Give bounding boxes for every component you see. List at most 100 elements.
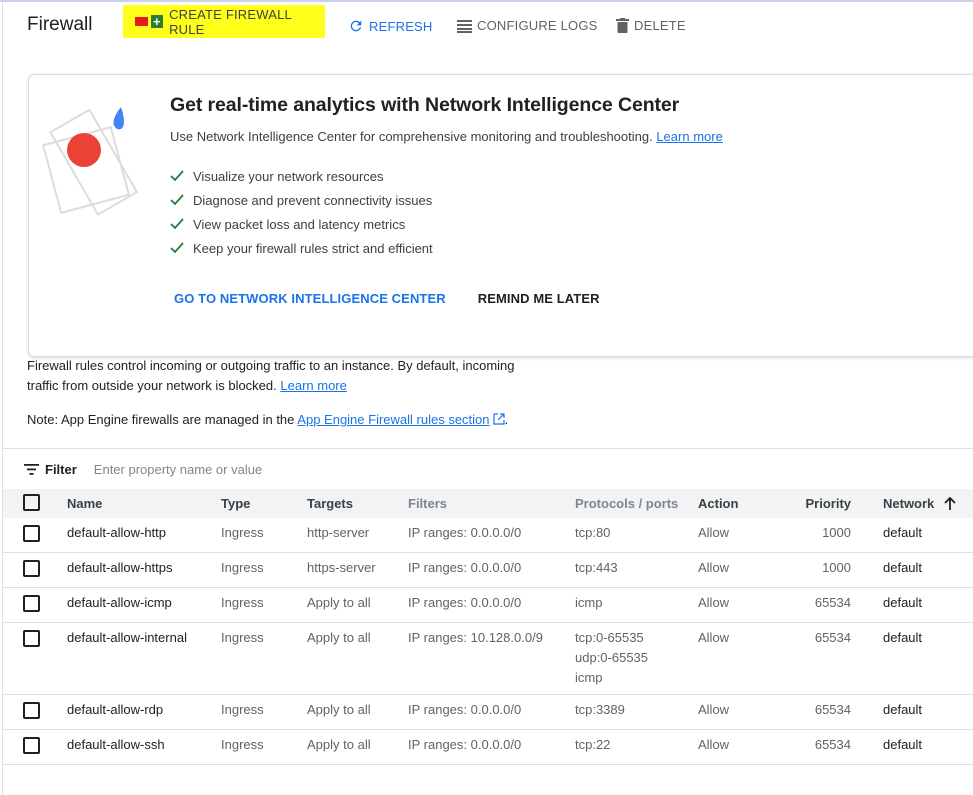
- row-select-cell: [3, 730, 67, 765]
- delete-button[interactable]: DELETE: [616, 18, 686, 33]
- info-learn-more-link[interactable]: Learn more: [280, 378, 346, 393]
- rule-priority: 1000: [822, 560, 851, 575]
- table-row[interactable]: default-allow-https Ingress https-server IP…: [3, 553, 973, 588]
- row-checkbox[interactable]: [23, 560, 40, 577]
- rule-type: Ingress: [221, 595, 264, 610]
- rule-name[interactable]: default-allow-internal: [67, 623, 221, 695]
- filter-icon: [24, 463, 39, 475]
- table-row[interactable]: default-allow-http Ingress http-server IP r…: [3, 518, 973, 553]
- rule-network[interactable]: default: [883, 730, 973, 765]
- rule-type: Ingress: [221, 525, 264, 540]
- rule-protocols: tcp:0-65535 udp:0-65535 icmp: [575, 623, 698, 695]
- arrow-up-icon: [944, 496, 956, 510]
- select-all-checkbox[interactable]: [23, 493, 40, 511]
- rule-network[interactable]: default: [883, 695, 973, 730]
- network-illustration: [41, 107, 139, 216]
- promo-feature-item: Visualize your network resources: [170, 164, 433, 188]
- promo-actions: GO TO NETWORK INTELLIGENCE CENTER REMIND…: [174, 291, 600, 306]
- app-engine-firewall-link[interactable]: App Engine Firewall rules section: [297, 412, 505, 427]
- filter-label: Filter: [45, 461, 77, 477]
- rule-name[interactable]: default-allow-ssh: [67, 730, 221, 765]
- rule-targets: Apply to all: [307, 630, 371, 645]
- rule-network[interactable]: default: [883, 623, 973, 695]
- promo-title: Get real-time analytics with Network Int…: [170, 94, 680, 116]
- app-engine-note: Note: App Engine firewalls are managed i…: [27, 412, 508, 427]
- rule-protocols: icmp: [575, 588, 698, 623]
- check-icon: [170, 170, 186, 182]
- rule-priority: 65534: [814, 737, 851, 752]
- rule-type: Ingress: [221, 737, 264, 752]
- table-row[interactable]: default-allow-icmp Ingress Apply to all IP …: [3, 588, 973, 623]
- rule-priority: 65534: [814, 595, 851, 610]
- rule-filters: IP ranges: 0.0.0.0/0: [408, 595, 522, 610]
- column-header-type[interactable]: Type: [221, 489, 307, 518]
- row-checkbox[interactable]: [23, 595, 40, 612]
- rule-network[interactable]: default: [883, 588, 973, 623]
- rule-type: Ingress: [221, 630, 264, 645]
- table-row[interactable]: default-allow-internal Ingress Apply to al…: [3, 623, 973, 695]
- rule-type: Ingress: [221, 560, 264, 575]
- promo-feature-item: View packet loss and latency metrics: [170, 212, 433, 236]
- rule-action: Allow: [698, 630, 730, 645]
- list-icon: [457, 19, 472, 33]
- row-checkbox[interactable]: [23, 525, 40, 542]
- row-checkbox[interactable]: [23, 737, 40, 754]
- promo-description-text: Use Network Intelligence Center for comp…: [170, 129, 653, 144]
- configure-logs-button[interactable]: CONFIGURE LOGS: [457, 18, 598, 33]
- rule-name[interactable]: default-allow-https: [67, 553, 221, 588]
- rule-protocols: tcp:3389: [575, 695, 698, 730]
- filter-bar: Filter: [3, 448, 973, 489]
- rule-protocol: tcp:22: [575, 737, 611, 752]
- promo-learn-more-link[interactable]: Learn more: [656, 129, 722, 144]
- rule-targets: Apply to all: [307, 595, 371, 610]
- rule-protocol: tcp:443: [575, 560, 618, 575]
- go-to-network-intelligence-button[interactable]: GO TO NETWORK INTELLIGENCE CENTER: [174, 291, 446, 306]
- firewall-rules-table: Name Type Targets Filters Protocols / po…: [3, 489, 973, 765]
- create-firewall-rule-label: CREATE FIREWALL RULE: [169, 6, 292, 37]
- rule-network[interactable]: default: [883, 553, 973, 588]
- column-header-priority[interactable]: Priority: [783, 489, 883, 518]
- row-checkbox[interactable]: [23, 630, 40, 647]
- rule-protocols: tcp:22: [575, 730, 698, 765]
- rule-name[interactable]: default-allow-icmp: [67, 588, 221, 623]
- promo-description: Use Network Intelligence Center for comp…: [170, 129, 723, 144]
- row-select-cell: [3, 623, 67, 695]
- rule-action: Allow: [698, 560, 730, 575]
- rule-priority: 65534: [814, 702, 851, 717]
- create-firewall-rule-button[interactable]: + CREATE FIREWALL RULE: [123, 5, 325, 38]
- rule-protocols: tcp:443: [575, 553, 698, 588]
- page-title: Firewall: [27, 14, 93, 35]
- rule-name[interactable]: default-allow-http: [67, 518, 221, 553]
- select-all-cell: [3, 489, 67, 518]
- rule-filters: IP ranges: 0.0.0.0/0: [408, 702, 522, 717]
- refresh-button[interactable]: REFRESH: [348, 18, 433, 34]
- column-header-network-label: Network: [883, 496, 935, 511]
- promo-feature-item: Diagnose and prevent connectivity issues: [170, 188, 433, 212]
- column-header-targets[interactable]: Targets: [307, 489, 408, 518]
- configure-logs-label: CONFIGURE LOGS: [477, 18, 598, 33]
- firewall-info-body: Firewall rules control incoming or outgo…: [27, 358, 515, 393]
- table-row[interactable]: default-allow-ssh Ingress Apply to all IP r…: [3, 730, 973, 765]
- rule-priority: 1000: [822, 525, 851, 540]
- row-checkbox[interactable]: [23, 702, 40, 719]
- row-select-cell: [3, 588, 67, 623]
- rule-targets: https-server: [307, 560, 376, 575]
- promo-feature-text: Diagnose and prevent connectivity issues: [193, 192, 433, 208]
- row-select-cell: [3, 518, 67, 553]
- rule-protocol: icmp: [575, 595, 603, 610]
- column-header-network[interactable]: Network: [883, 489, 973, 518]
- column-header-filters[interactable]: Filters: [408, 489, 575, 518]
- remind-me-later-button[interactable]: REMIND ME LATER: [478, 291, 600, 306]
- network-intelligence-promo-card: Get real-time analytics with Network Int…: [28, 74, 973, 357]
- trash-icon: [616, 18, 629, 33]
- rule-targets: Apply to all: [307, 737, 371, 752]
- column-header-action[interactable]: Action: [698, 489, 783, 518]
- column-header-protocols[interactable]: Protocols / ports: [575, 489, 698, 518]
- rule-name[interactable]: default-allow-rdp: [67, 695, 221, 730]
- rule-network[interactable]: default: [883, 518, 973, 553]
- table-row[interactable]: default-allow-rdp Ingress Apply to all IP r…: [3, 695, 973, 730]
- column-header-name[interactable]: Name: [67, 489, 221, 518]
- page-header: Firewall + CREATE FIREWALL RULE REFRESH …: [0, 2, 973, 48]
- promo-feature-item: Keep your firewall rules strict and effi…: [170, 236, 433, 260]
- filter-input[interactable]: [91, 460, 396, 478]
